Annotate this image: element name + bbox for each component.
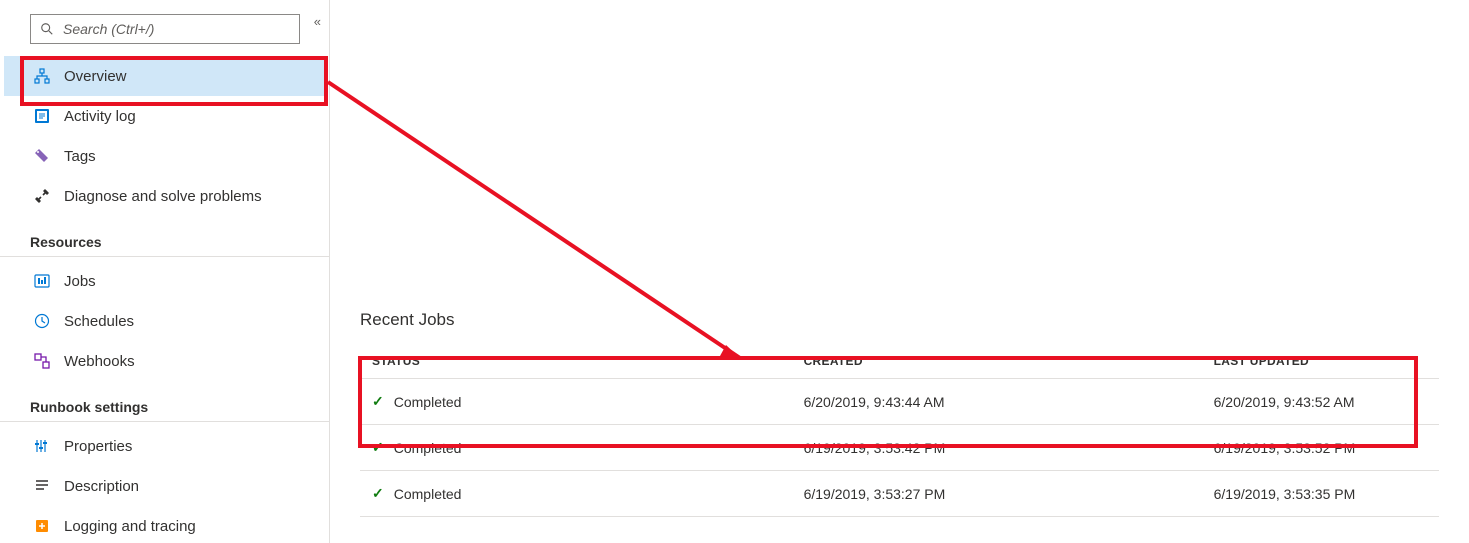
sidebar-item-label: Tags <box>64 148 96 165</box>
main-content: Recent Jobs STATUS CREATED LAST UPDATED … <box>330 0 1469 543</box>
sidebar-item-label: Overview <box>64 68 127 85</box>
status-value: Completed <box>394 440 462 456</box>
sidebar-item-activity-log[interactable]: Activity log <box>4 96 325 136</box>
collapse-sidebar-icon[interactable]: « <box>314 14 321 29</box>
check-icon: ✓ <box>372 485 384 502</box>
sidebar-item-webhooks[interactable]: Webhooks <box>4 341 325 381</box>
sidebar-item-diagnose[interactable]: Diagnose and solve problems <box>4 176 325 216</box>
properties-icon <box>34 438 50 454</box>
clock-icon <box>34 313 50 329</box>
sidebar-item-label: Properties <box>64 438 132 455</box>
sidebar-item-logging[interactable]: Logging and tracing <box>4 506 325 543</box>
table-row[interactable]: ✓ Completed 6/19/2019, 3:53:42 PM 6/19/20… <box>360 425 1439 471</box>
sitemap-icon <box>34 68 50 84</box>
sidebar-item-label: Webhooks <box>64 353 135 370</box>
sidebar-item-label: Diagnose and solve problems <box>64 188 262 205</box>
sidebar-item-description[interactable]: Description <box>4 466 325 506</box>
section-header-runbook: Runbook settings <box>0 381 329 422</box>
search-icon <box>39 21 55 37</box>
created-value: 6/20/2019, 9:43:44 AM <box>792 379 1202 425</box>
col-updated[interactable]: LAST UPDATED <box>1202 344 1439 379</box>
sidebar-item-overview[interactable]: Overview <box>4 56 325 96</box>
jobs-icon <box>34 273 50 289</box>
sidebar: « Overview Activity log Tags <box>0 0 330 543</box>
sidebar-item-label: Logging and tracing <box>64 518 196 535</box>
recent-jobs-heading: Recent Jobs <box>360 310 1439 330</box>
logging-icon <box>34 518 50 534</box>
created-value: 6/19/2019, 3:53:27 PM <box>792 471 1202 517</box>
updated-value: 6/19/2019, 3:53:35 PM <box>1202 471 1439 517</box>
tag-icon <box>34 148 50 164</box>
sidebar-item-label: Activity log <box>64 108 136 125</box>
webhook-icon <box>34 353 50 369</box>
sidebar-item-label: Schedules <box>64 313 134 330</box>
table-row[interactable]: ✓ Completed 6/19/2019, 3:53:27 PM 6/19/20… <box>360 471 1439 517</box>
section-header-resources: Resources <box>0 216 329 257</box>
created-value: 6/19/2019, 3:53:42 PM <box>792 425 1202 471</box>
col-status[interactable]: STATUS <box>360 344 792 379</box>
sidebar-item-label: Description <box>64 478 139 495</box>
wrench-icon <box>34 188 50 204</box>
table-row[interactable]: ✓ Completed 6/20/2019, 9:43:44 AM 6/20/20… <box>360 379 1439 425</box>
updated-value: 6/20/2019, 9:43:52 AM <box>1202 379 1439 425</box>
sidebar-item-properties[interactable]: Properties <box>4 426 325 466</box>
col-created[interactable]: CREATED <box>792 344 1202 379</box>
log-icon <box>34 108 50 124</box>
sidebar-item-label: Jobs <box>64 273 96 290</box>
recent-jobs-table: STATUS CREATED LAST UPDATED ✓ Completed 6… <box>360 344 1439 517</box>
search-input[interactable] <box>63 21 291 37</box>
search-input-wrapper[interactable] <box>30 14 300 44</box>
sidebar-item-tags[interactable]: Tags <box>4 136 325 176</box>
updated-value: 6/19/2019, 3:53:52 PM <box>1202 425 1439 471</box>
check-icon: ✓ <box>372 393 384 410</box>
status-value: Completed <box>394 486 462 502</box>
status-value: Completed <box>394 394 462 410</box>
sidebar-item-jobs[interactable]: Jobs <box>4 261 325 301</box>
sidebar-item-schedules[interactable]: Schedules <box>4 301 325 341</box>
description-icon <box>34 478 50 494</box>
check-icon: ✓ <box>372 439 384 456</box>
